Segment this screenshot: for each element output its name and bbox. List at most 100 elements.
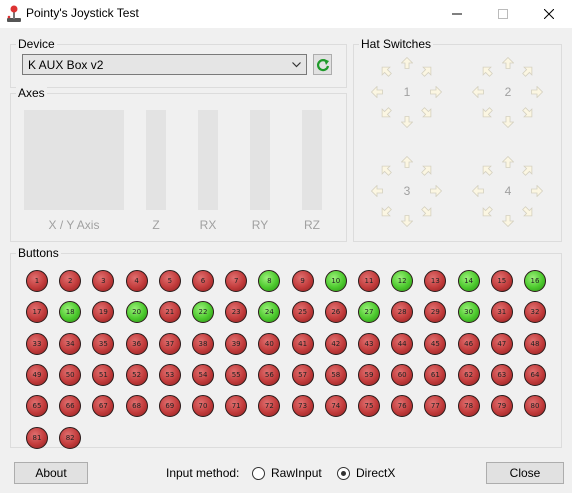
axis-label-rx: RX <box>199 218 217 232</box>
joystick-button-64: 64 <box>524 363 546 386</box>
joystick-button-10: 10 <box>324 270 347 292</box>
arrow-down-right-icon <box>421 107 432 118</box>
joystick-button-44: 44 <box>391 332 414 355</box>
joystick-button-60: 60 <box>391 363 414 386</box>
minimize-button[interactable] <box>434 0 480 28</box>
arrow-up-left-icon <box>482 66 493 77</box>
arrow-down-right-icon <box>522 107 533 118</box>
joystick-button-14: 14 <box>457 270 480 292</box>
joystick-button-33: 33 <box>26 332 48 355</box>
ry-axis-display <box>250 110 270 210</box>
joystick-button-5: 5 <box>158 270 181 292</box>
joystick-button-59: 59 <box>358 363 380 386</box>
device-group-label: Device <box>16 37 57 51</box>
joystick-icon <box>7 5 21 22</box>
axis-label-xy: X / Y Axis <box>48 218 100 232</box>
close-button[interactable]: Close <box>486 462 564 484</box>
arrow-down-right-icon <box>522 206 533 217</box>
joystick-button-20: 20 <box>125 301 148 324</box>
joystick-button-79: 79 <box>490 395 513 418</box>
joystick-button-78: 78 <box>457 395 480 418</box>
arrow-up-left-icon <box>381 66 392 77</box>
chevron-down-icon <box>292 62 301 68</box>
app-window: Pointy's Joystick Test Device K AUX Box … <box>0 0 572 493</box>
joystick-button-34: 34 <box>59 332 82 355</box>
joystick-button-53: 53 <box>158 363 181 386</box>
hat-switch-2: 2 <box>472 57 544 129</box>
arrow-down-left-icon <box>482 206 493 217</box>
joystick-button-62: 62 <box>457 363 480 386</box>
axis-label-z: Z <box>152 218 160 232</box>
joystick-button-47: 47 <box>490 332 513 355</box>
rx-axis-display <box>198 110 218 210</box>
rz-axis-display <box>302 110 322 210</box>
joystick-button-49: 49 <box>26 363 48 386</box>
arrow-up-icon <box>401 57 413 69</box>
joystick-button-37: 37 <box>158 332 181 355</box>
joystick-button-6: 6 <box>192 270 214 292</box>
arrow-up-right-icon <box>421 66 432 77</box>
directx-radio[interactable] <box>337 467 350 480</box>
joystick-button-26: 26 <box>324 301 347 324</box>
arrow-up-icon <box>502 156 514 168</box>
rawinput-label[interactable]: RawInput <box>271 466 322 480</box>
refresh-icon <box>316 58 329 71</box>
joystick-button-57: 57 <box>291 363 314 386</box>
refresh-button[interactable] <box>313 54 332 75</box>
title-bar: Pointy's Joystick Test <box>0 0 572 28</box>
arrow-up-icon <box>401 156 413 168</box>
device-select-value: K AUX Box v2 <box>28 58 104 72</box>
hat-switch-number: 4 <box>504 184 512 198</box>
xy-axis-display <box>24 110 124 210</box>
hat-switch-1: 1 <box>371 57 443 129</box>
joystick-button-41: 41 <box>291 332 314 355</box>
directx-label[interactable]: DirectX <box>356 466 395 480</box>
joystick-button-81: 81 <box>26 426 48 449</box>
joystick-button-25: 25 <box>291 301 314 324</box>
arrow-up-left-icon <box>381 165 392 176</box>
close-icon <box>544 9 554 19</box>
z-axis-display <box>146 110 166 210</box>
joystick-button-82: 82 <box>59 426 82 449</box>
maximize-icon <box>498 9 508 19</box>
arrow-up-left-icon <box>482 165 493 176</box>
arrow-up-right-icon <box>522 66 533 77</box>
joystick-button-43: 43 <box>358 332 380 355</box>
arrow-up-right-icon <box>421 165 432 176</box>
minimize-icon <box>452 13 462 15</box>
joystick-button-73: 73 <box>291 395 314 418</box>
arrow-down-left-icon <box>482 107 493 118</box>
arrow-down-icon <box>401 116 413 128</box>
hat-switch-3: 3 <box>371 156 443 228</box>
joystick-button-38: 38 <box>192 332 214 355</box>
arrow-down-icon <box>401 215 413 227</box>
about-button[interactable]: About <box>14 462 88 484</box>
joystick-button-48: 48 <box>524 332 546 355</box>
joystick-button-40: 40 <box>258 332 281 355</box>
window-title: Pointy's Joystick Test <box>26 6 139 20</box>
joystick-button-36: 36 <box>125 332 148 355</box>
joystick-button-15: 15 <box>490 270 513 292</box>
arrow-down-icon <box>502 215 514 227</box>
joystick-button-68: 68 <box>125 395 148 418</box>
joystick-button-30: 30 <box>457 301 480 324</box>
radio-selected-dot <box>341 471 346 476</box>
axis-label-rz: RZ <box>304 218 320 232</box>
device-select[interactable]: K AUX Box v2 <box>22 54 307 75</box>
hat-switch-number: 3 <box>403 184 411 198</box>
rawinput-radio[interactable] <box>252 467 265 480</box>
joystick-button-39: 39 <box>225 332 248 355</box>
joystick-button-69: 69 <box>158 395 181 418</box>
input-method-label: Input method: <box>166 466 240 480</box>
hat-switch-4: 4 <box>472 156 544 228</box>
buttons-group-label: Buttons <box>16 246 61 260</box>
joystick-button-58: 58 <box>324 363 347 386</box>
arrow-down-icon <box>502 116 514 128</box>
joystick-button-45: 45 <box>424 332 447 355</box>
maximize-button[interactable] <box>480 0 526 28</box>
axes-group-label: Axes <box>16 86 47 100</box>
joystick-button-55: 55 <box>225 363 248 386</box>
close-window-button[interactable] <box>526 0 572 28</box>
arrow-down-right-icon <box>421 206 432 217</box>
joystick-button-50: 50 <box>59 363 82 386</box>
